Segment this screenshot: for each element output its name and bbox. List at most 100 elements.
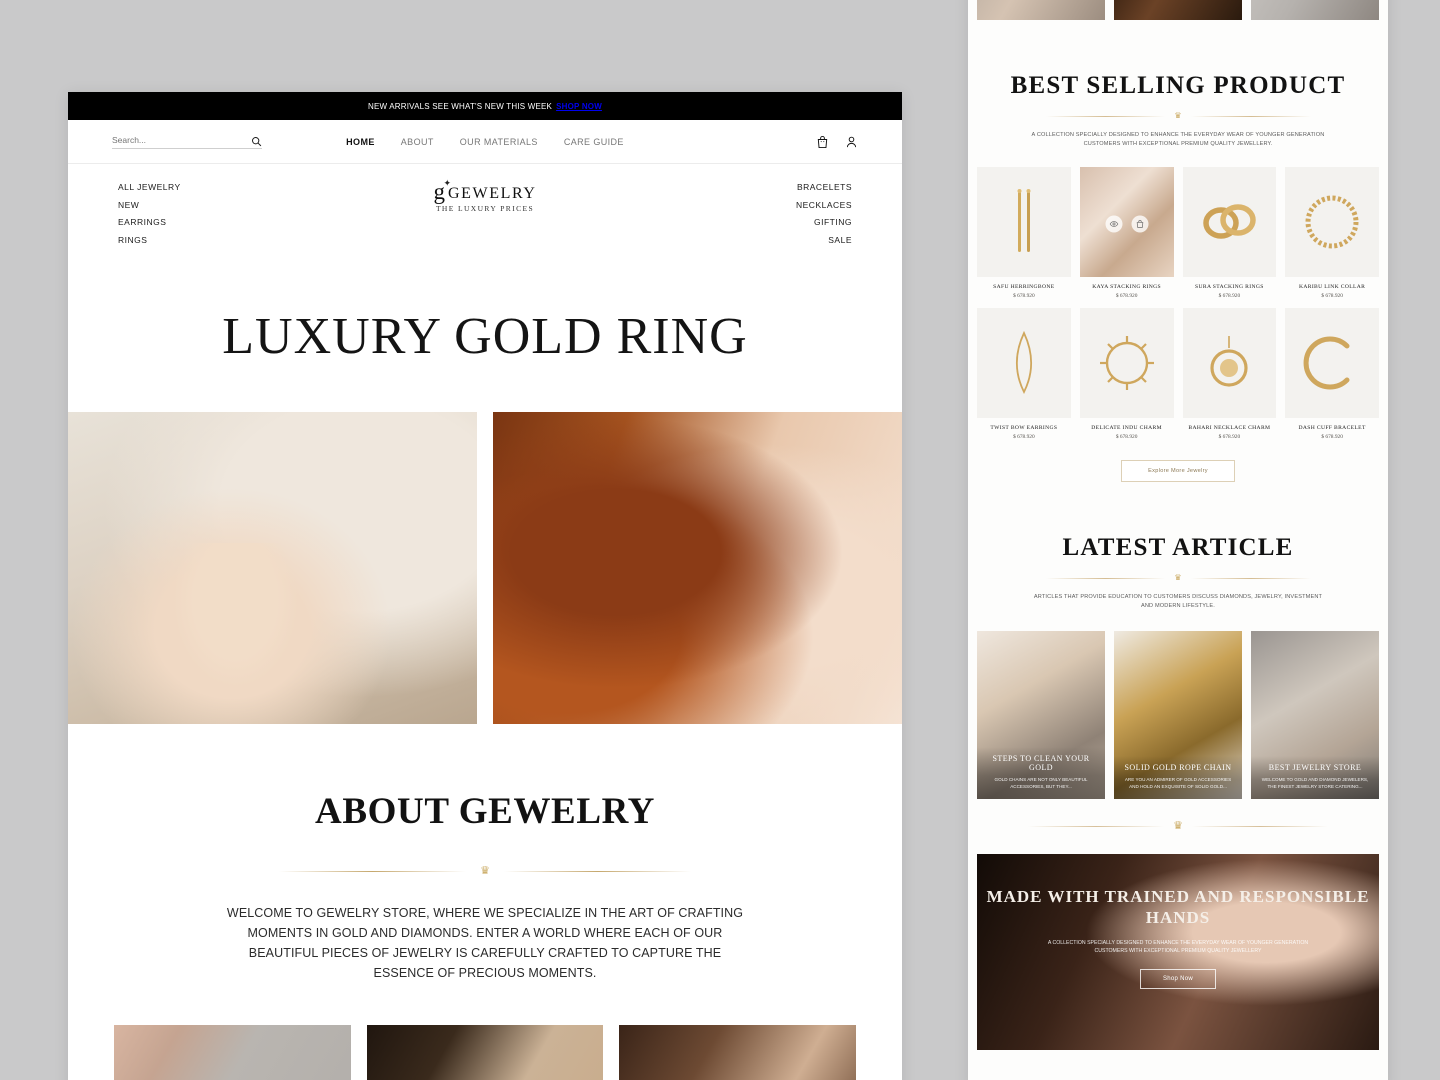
trained-hands-banner: MADE WITH TRAINED AND RESPONSIBLE HANDS … [977, 854, 1379, 1050]
product-name: BAHARI NECKLACE CHARM [1188, 425, 1271, 431]
banner-heading: MADE WITH TRAINED AND RESPONSIBLE HANDS [986, 887, 1370, 927]
product-hover-actions [1105, 215, 1149, 233]
product-image [977, 167, 1071, 277]
category-sale[interactable]: SALE [828, 235, 852, 245]
nav-item-care-guide[interactable]: CARE GUIDE [564, 137, 624, 147]
about-image-1 [114, 1024, 351, 1080]
product-price: $ 678.920 [1218, 293, 1241, 299]
best-selling-subtitle: A COLLECTION SPECIALLY DESIGNED TO ENHAN… [1031, 132, 1325, 147]
search-box[interactable] [112, 134, 262, 149]
product-card[interactable]: BAHARI NECKLACE CHARM $ 678.920 [1182, 308, 1277, 440]
collection-card-1[interactable]: Shop Now [977, 0, 1105, 20]
product-image [1079, 167, 1174, 277]
product-price: $ 678.920 [1013, 434, 1035, 440]
crown-icon: ♛ [1174, 111, 1182, 120]
category-gifting[interactable]: GIFTING [814, 217, 852, 227]
product-price: $ 678.920 [1321, 434, 1343, 440]
about-image-row [68, 1024, 902, 1080]
article-card[interactable]: SOLID GOLD ROPE CHAIN ARE YOU AN ADMIRER… [1114, 631, 1242, 799]
product-name: KAYA STACKING RINGS [1092, 284, 1162, 290]
latest-article-subtitle: ARTICLES THAT PROVIDE EDUCATION TO CUSTO… [1033, 594, 1323, 609]
homepage-panel: NEW ARRIVALS SEE WHAT'S NEW THIS WEEK SH… [68, 92, 902, 1080]
latest-article-divider: ♛ [1045, 573, 1311, 582]
product-price: $ 678.920 [1321, 293, 1343, 299]
article-title: BEST JEWELRY STORE [1268, 763, 1362, 772]
nav-item-home[interactable]: HOME [346, 137, 375, 147]
product-price: $ 678.920 [1013, 293, 1035, 299]
crown-icon: ♛ [1174, 573, 1182, 582]
section-divider: ♛ [1028, 821, 1328, 832]
product-card[interactable]: KAYA STACKING RINGS $ 678.920 [1079, 167, 1174, 299]
category-necklaces[interactable]: NECKLACES [796, 200, 852, 210]
hero-image-redhead-ring [493, 411, 902, 724]
hero-title: LUXURY GOLD RING [222, 307, 748, 365]
add-to-bag-icon[interactable] [1131, 215, 1149, 233]
product-card[interactable]: SAFU HERRINGBONE $ 678.920 [977, 167, 1071, 299]
brand-logo-row: g ✦ GEWELRY [433, 178, 536, 204]
category-earrings[interactable]: EARRINGS [118, 217, 181, 227]
article-title: STEPS TO CLEAN YOUR GOLD [992, 754, 1090, 772]
article-card[interactable]: BEST JEWELRY STORE WELCOME TO GOLD AND D… [1251, 631, 1379, 799]
category-column-left: ALL JEWELRY NEW EARRINGS RINGS [118, 182, 181, 245]
collection-card-3[interactable]: Shop Now [1251, 0, 1379, 20]
category-rings[interactable]: RINGS [118, 235, 181, 245]
product-card[interactable]: SURA STACKING RINGS $ 678.920 [1182, 167, 1277, 299]
article-card-row: STEPS TO CLEAN YOUR GOLD GOLD CHAINS ARE… [968, 631, 1388, 799]
product-price: $ 678.920 [1218, 434, 1241, 440]
latest-article-heading: LATEST ARTICLE [1062, 534, 1294, 561]
page-root: NEW ARRIVALS SEE WHAT'S NEW THIS WEEK SH… [0, 0, 1440, 1080]
article-title: SOLID GOLD ROPE CHAIN [1124, 763, 1232, 772]
user-account-icon[interactable] [845, 135, 858, 149]
product-price: $ 678.920 [1115, 434, 1138, 440]
article-card[interactable]: STEPS TO CLEAN YOUR GOLD GOLD CHAINS ARE… [977, 631, 1105, 799]
hero-image-bride-ring [68, 411, 477, 724]
nav-item-about[interactable]: ABOUT [401, 137, 434, 147]
article-overlay: SOLID GOLD ROPE CHAIN ARE YOU AN ADMIRER… [1114, 756, 1242, 799]
brand-monogram: g ✦ [433, 178, 451, 204]
product-image [1285, 308, 1379, 418]
latest-article-header: LATEST ARTICLE ♛ ARTICLES THAT PROVIDE E… [968, 482, 1388, 611]
about-divider: ♛ [279, 865, 691, 877]
search-icon[interactable] [251, 134, 262, 147]
best-selling-header: BEST SELLING PRODUCT ♛ A COLLECTION SPEC… [968, 20, 1388, 149]
brand-tagline: THE LUXURY PRICES [435, 203, 535, 213]
product-card[interactable]: TWIST BOW EARRINGS $ 678.920 [977, 308, 1071, 440]
category-column-right: BRACELETS NECKLACES GIFTING SALE [796, 182, 852, 245]
collection-card-2[interactable]: Shop Now [1114, 0, 1242, 20]
quick-view-eye-icon[interactable] [1105, 215, 1123, 233]
product-card[interactable]: KARIBU LINK COLLAR $ 678.920 [1285, 167, 1379, 299]
nav-item-our-materials[interactable]: OUR MATERIALS [460, 137, 538, 147]
product-name: TWIST BOW EARRINGS [990, 425, 1058, 431]
product-name: DASH CUFF BRACELET [1298, 425, 1366, 431]
article-excerpt: ARE YOU AN ADMIRER OF GOLD ACCESSORIES A… [1124, 777, 1232, 789]
banner-shop-now-button[interactable]: Shop Now [1139, 969, 1217, 989]
product-image [1079, 308, 1174, 418]
product-image [1182, 308, 1277, 418]
announcement-shop-now-link[interactable]: SHOP NOW [556, 102, 602, 111]
product-name: KARIBU LINK COLLAR [1298, 284, 1366, 290]
brand-logo[interactable]: g ✦ GEWELRY THE LUXURY PRICES [433, 178, 536, 213]
product-name: DELICATE INDU CHARM [1091, 425, 1162, 431]
product-name: SAFU HERRINGBONE [993, 284, 1055, 290]
article-excerpt: GOLD CHAINS ARE NOT ONLY BEAUTIFUL ACCES… [994, 777, 1088, 789]
hero-image-row [68, 411, 902, 724]
nav-links: HOME ABOUT OUR MATERIALS CARE GUIDE [346, 137, 624, 147]
category-new[interactable]: NEW [118, 200, 181, 210]
shopping-bag-icon[interactable] [816, 135, 829, 149]
about-image-2 [366, 1024, 604, 1080]
announcement-bar: NEW ARRIVALS SEE WHAT'S NEW THIS WEEK SH… [68, 92, 902, 120]
search-input[interactable] [112, 134, 222, 145]
explore-more-wrap: Explore More Jewelry [968, 460, 1388, 482]
product-card[interactable]: DASH CUFF BRACELET $ 678.920 [1285, 308, 1379, 440]
product-price: $ 678.920 [1115, 293, 1138, 299]
product-card[interactable]: DELICATE INDU CHARM $ 678.920 [1079, 308, 1174, 440]
article-overlay: BEST JEWELRY STORE WELCOME TO GOLD AND D… [1251, 756, 1379, 799]
best-selling-divider: ♛ [1045, 111, 1311, 120]
nav-icon-group [816, 135, 858, 149]
category-bracelets[interactable]: BRACELETS [797, 182, 852, 192]
top-collection-cards: Shop Now Shop Now Shop Now [968, 0, 1388, 20]
category-all-jewelry[interactable]: ALL JEWELRY [118, 182, 181, 192]
banner-subtitle: A COLLECTION SPECIALLY DESIGNED TO ENHAN… [1047, 940, 1309, 954]
product-grid: SAFU HERRINGBONE $ 678.920 KAYA STACKING… [968, 167, 1388, 440]
explore-more-jewelry-button[interactable]: Explore More Jewelry [1121, 460, 1235, 482]
